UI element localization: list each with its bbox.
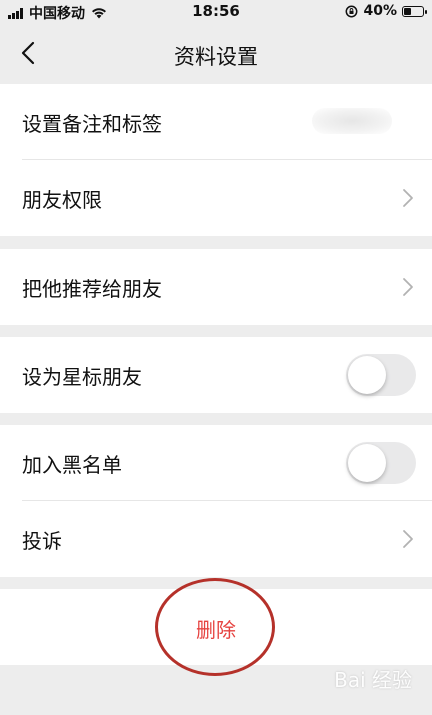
toggle-knob xyxy=(348,356,386,394)
blacklist-toggle[interactable] xyxy=(346,442,416,484)
blurred-value xyxy=(312,108,392,134)
report-row[interactable]: 投诉 xyxy=(0,501,432,577)
page-title: 资料设置 xyxy=(174,45,258,69)
battery-level xyxy=(404,7,411,15)
blacklist-row: 加入黑名单 xyxy=(0,425,432,501)
battery-percent: 40% xyxy=(363,3,397,19)
toggle-knob xyxy=(348,444,386,482)
delete-button[interactable]: 删除 xyxy=(196,614,236,643)
delete-row[interactable]: 删除 xyxy=(0,589,432,665)
settings-group-1: 设置备注和标签 朋友权限 xyxy=(0,84,432,236)
recommend-friend-row[interactable]: 把他推荐给朋友 xyxy=(0,249,432,325)
watermark: Bai 经验 xyxy=(334,668,412,692)
recommend-friend-label: 把他推荐给朋友 xyxy=(22,276,162,301)
nav-bar: 资料设置 xyxy=(0,24,432,84)
battery-icon xyxy=(402,5,427,17)
status-right: 40% xyxy=(345,3,427,19)
settings-group-2: 把他推荐给朋友 xyxy=(0,249,432,325)
star-friend-toggle[interactable] xyxy=(346,354,416,396)
chevron-right-icon xyxy=(403,530,413,548)
star-friend-label: 设为星标朋友 xyxy=(22,364,142,389)
orientation-lock-icon xyxy=(346,5,358,17)
remark-tags-row[interactable]: 设置备注和标签 xyxy=(0,84,432,160)
blacklist-label: 加入黑名单 xyxy=(22,452,122,477)
status-bar: 中国移动 18:56 40% xyxy=(0,0,432,24)
settings-group-3: 设为星标朋友 xyxy=(0,337,432,413)
settings-group-4: 加入黑名单 投诉 xyxy=(0,425,432,577)
chevron-right-icon xyxy=(403,278,413,296)
star-friend-row: 设为星标朋友 xyxy=(0,337,432,413)
friend-permissions-label: 朋友权限 xyxy=(22,187,102,212)
report-label: 投诉 xyxy=(22,528,62,553)
remark-tags-label: 设置备注和标签 xyxy=(22,111,162,136)
chevron-right-icon xyxy=(403,189,413,207)
friend-permissions-row[interactable]: 朋友权限 xyxy=(0,160,432,236)
